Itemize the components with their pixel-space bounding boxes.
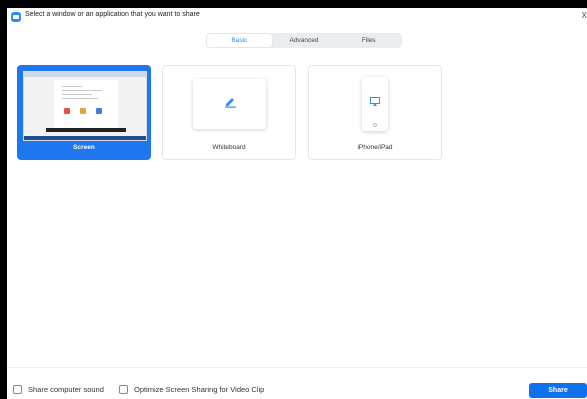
tab-advanced[interactable]: Advanced [272, 34, 337, 47]
footer-divider [7, 367, 587, 368]
source-card-iphone-ipad[interactable]: iPhone/iPad [308, 65, 442, 160]
title-bar: Select a window or an application that y… [7, 8, 587, 26]
source-tabs: Basic Advanced Files [206, 33, 402, 48]
optimize-video-checkbox[interactable] [119, 385, 128, 394]
share-sound-option[interactable]: Share computer sound [13, 385, 104, 394]
pencil-icon [225, 98, 236, 108]
dialog-title: Select a window or an application that y… [25, 11, 200, 18]
share-sound-label: Share computer sound [28, 385, 104, 394]
source-label-iphone-ipad: iPhone/iPad [357, 144, 393, 151]
share-button[interactable]: Share [529, 383, 587, 398]
share-sound-checkbox[interactable] [13, 385, 22, 394]
tab-basic[interactable]: Basic [207, 34, 272, 47]
optimize-video-label: Optimize Screen Sharing for Video Clip [134, 385, 265, 394]
tab-files[interactable]: Files [336, 34, 401, 47]
source-label-screen: Screen [73, 144, 95, 151]
close-icon[interactable]: X [582, 12, 587, 20]
phone-illustration [362, 77, 388, 131]
footer-bar: Share computer sound Optimize Screen Sha… [7, 382, 587, 398]
share-screen-dialog: Select a window or an application that y… [7, 8, 587, 399]
source-label-whiteboard: Whiteboard [212, 144, 246, 151]
source-card-screen[interactable]: Screen [17, 65, 151, 160]
screen-thumbnail [23, 71, 147, 141]
airplay-icon [370, 97, 380, 106]
optimize-video-option[interactable]: Optimize Screen Sharing for Video Clip [119, 385, 264, 394]
zoom-app-icon [11, 12, 21, 22]
source-card-whiteboard[interactable]: Whiteboard [162, 65, 296, 160]
